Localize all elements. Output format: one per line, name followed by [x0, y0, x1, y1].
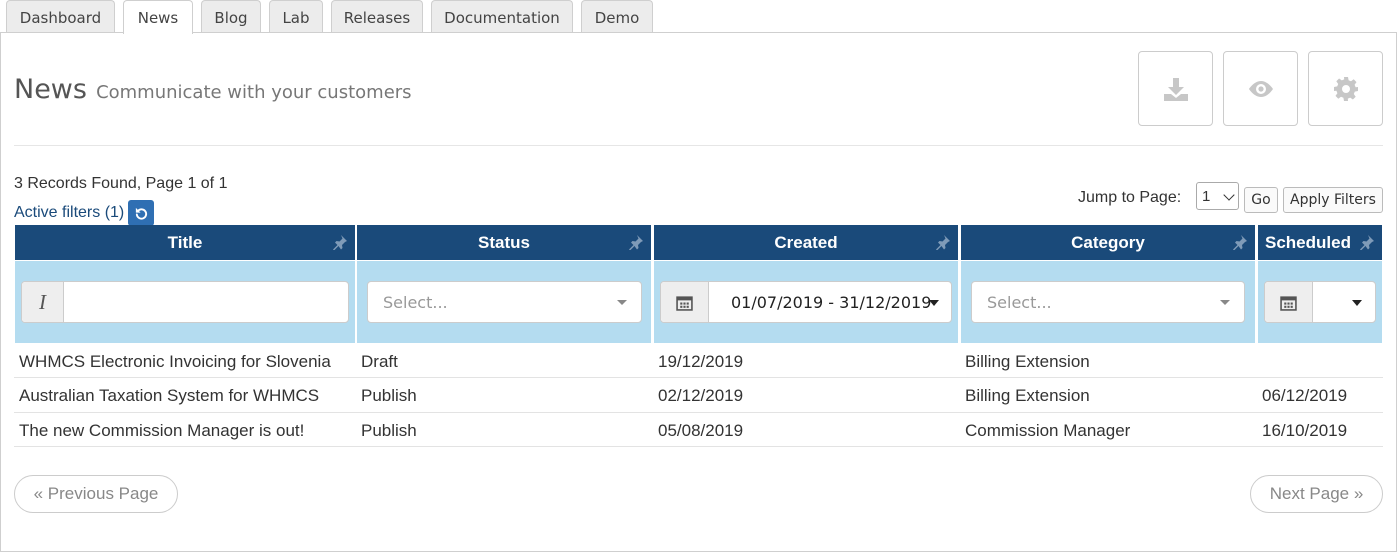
cell-category: Commission Manager: [965, 421, 1131, 440]
title-filter-input[interactable]: I: [21, 281, 349, 323]
tab-documentation[interactable]: Documentation: [431, 0, 573, 33]
filter-cell-scheduled: [1258, 261, 1382, 343]
pin-icon[interactable]: [332, 234, 348, 250]
cell-created: 05/08/2019: [658, 421, 744, 440]
status-filter-select[interactable]: Select...: [367, 281, 642, 323]
caret-down-icon: [1352, 300, 1362, 306]
column-header-status[interactable]: Status: [357, 225, 651, 260]
column-header-label: Created: [774, 232, 838, 252]
status-filter-placeholder: Select...: [383, 292, 448, 312]
filter-cell-status: Select...: [357, 261, 651, 343]
category-filter-placeholder: Select...: [987, 292, 1052, 312]
calendar-icon: [1265, 282, 1313, 322]
caret-down-icon: [929, 300, 939, 306]
caret-down-icon: [1220, 300, 1230, 305]
row-divider: [14, 412, 1383, 413]
records-count: 3 Records Found, Page 1 of 1: [14, 175, 228, 192]
column-header-category[interactable]: Category: [961, 225, 1255, 260]
pin-icon[interactable]: [628, 234, 644, 250]
column-header-title[interactable]: Title: [15, 225, 355, 260]
tab-blog[interactable]: Blog: [201, 0, 261, 33]
next-page-button[interactable]: Next Page »: [1250, 475, 1383, 513]
page-select[interactable]: 1: [1196, 182, 1239, 210]
pin-icon[interactable]: [1232, 234, 1248, 250]
filter-cell-category: Select...: [961, 261, 1255, 343]
go-button[interactable]: Go: [1244, 187, 1278, 213]
cell-title[interactable]: WHMCS Electronic Invoicing for Slovenia: [19, 352, 331, 372]
settings-button[interactable]: [1308, 51, 1383, 126]
cell-category: Billing Extension: [965, 352, 1090, 371]
row-divider: [14, 377, 1383, 378]
cell-scheduled: 16/10/2019: [1262, 421, 1348, 440]
pin-icon[interactable]: [1359, 234, 1375, 250]
preview-button[interactable]: [1223, 51, 1298, 126]
reset-filters-button[interactable]: [128, 200, 155, 226]
filter-cell-title: I: [15, 261, 355, 343]
cell-created: 19/12/2019: [658, 352, 744, 371]
pin-icon[interactable]: [935, 234, 951, 250]
tab-bar: Dashboard News Blog Lab Releases Documen…: [0, 0, 1397, 34]
column-header-label: Title: [167, 232, 203, 252]
cell-created: 02/12/2019: [658, 386, 744, 405]
row-divider: [14, 446, 1383, 447]
cell-status: Publish: [361, 386, 417, 405]
caret-down-icon: [617, 300, 627, 305]
cell-category: Billing Extension: [965, 386, 1090, 405]
created-date-range-value: 01/07/2019 - 31/12/2019: [731, 292, 932, 312]
column-header-label: Scheduled: [1265, 232, 1351, 252]
cell-status: Draft: [361, 352, 398, 371]
chevron-down-icon: [1223, 189, 1235, 201]
column-header-scheduled[interactable]: Scheduled: [1258, 225, 1382, 260]
calendar-icon: [661, 282, 709, 322]
export-button[interactable]: [1138, 51, 1213, 126]
category-filter-select[interactable]: Select...: [971, 281, 1245, 323]
cell-title[interactable]: The new Commission Manager is out!: [19, 421, 304, 441]
column-header-label: Status: [478, 232, 530, 252]
jump-to-page-label: Jump to Page:: [1078, 189, 1182, 206]
created-date-range-input[interactable]: 01/07/2019 - 31/12/2019: [660, 281, 952, 323]
page-subtitle: Communicate with your customers: [96, 82, 412, 103]
active-filters: Active filters (1): [14, 200, 155, 226]
cell-status: Publish: [361, 421, 417, 440]
tab-releases[interactable]: Releases: [331, 0, 423, 33]
cell-title[interactable]: Australian Taxation System for WHMCS: [19, 386, 319, 406]
scheduled-date-input[interactable]: [1264, 281, 1376, 323]
filter-cell-created: 01/07/2019 - 31/12/2019: [654, 261, 958, 343]
eye-icon: [1248, 80, 1273, 97]
column-header-created[interactable]: Created: [654, 225, 958, 260]
apply-filters-button[interactable]: Apply Filters: [1283, 187, 1383, 213]
page-select-value: 1: [1202, 187, 1211, 205]
previous-page-button[interactable]: « Previous Page: [14, 475, 178, 513]
page-title: News Communicate with your customers: [14, 74, 412, 105]
download-icon: [1163, 77, 1188, 101]
tab-demo[interactable]: Demo: [581, 0, 653, 33]
tab-news[interactable]: News: [123, 0, 193, 34]
text-filter-icon: I: [22, 282, 64, 322]
tab-dashboard[interactable]: Dashboard: [6, 0, 115, 33]
page-title-text: News: [14, 74, 87, 105]
header-divider: [14, 145, 1383, 146]
gear-icon: [1333, 76, 1358, 101]
cell-scheduled: 06/12/2019: [1262, 386, 1348, 405]
tab-lab[interactable]: Lab: [269, 0, 323, 33]
active-filters-label: Active filters (1): [14, 204, 125, 221]
column-header-label: Category: [1071, 232, 1145, 252]
undo-icon: [135, 207, 147, 220]
